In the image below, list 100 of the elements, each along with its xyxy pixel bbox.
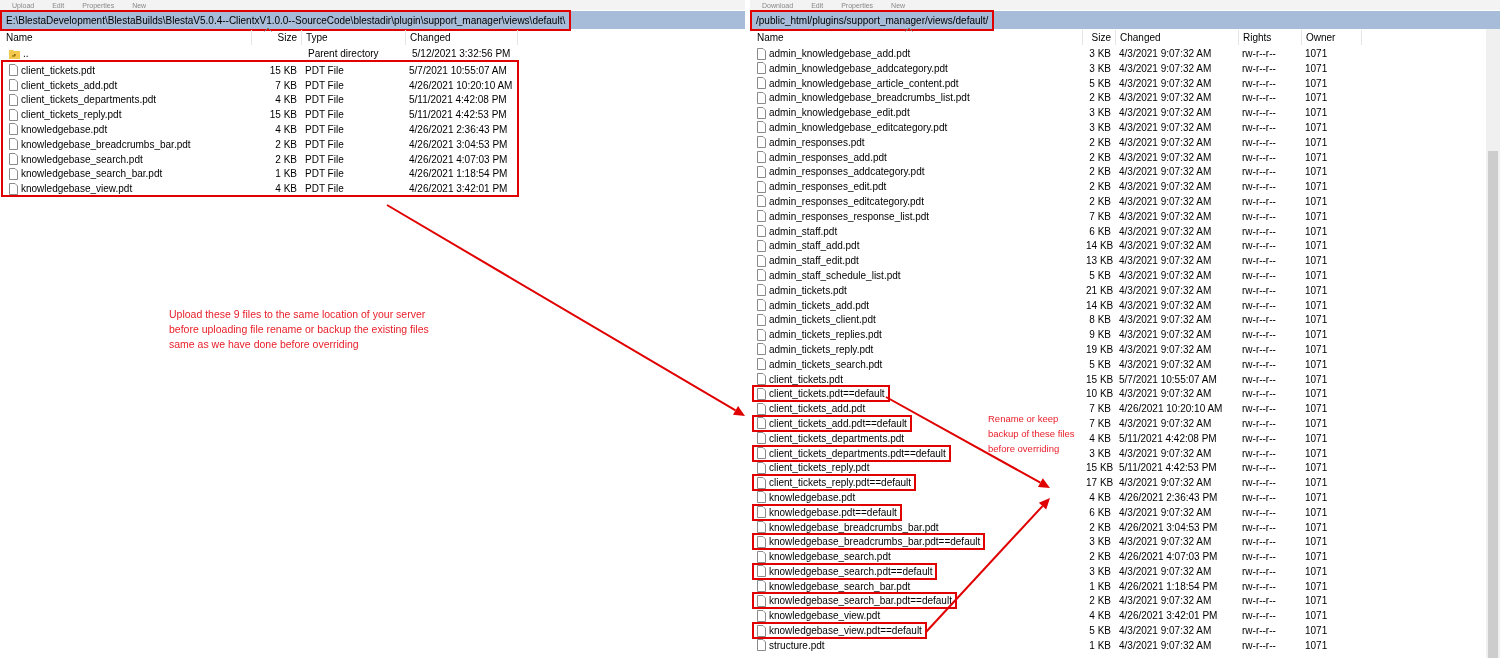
file-name[interactable]: knowledgebase_search_bar.pdt — [769, 580, 911, 592]
scrollbar-thumb[interactable] — [1488, 151, 1498, 658]
file-name[interactable]: knowledgebase.pdt — [769, 491, 856, 503]
file-name[interactable]: client_tickets.pdt — [769, 373, 843, 385]
file-name[interactable]: admin_tickets_add.pdt — [769, 299, 870, 311]
file-name[interactable]: client_tickets_add.pdt — [769, 403, 866, 415]
file-size: 3 KB — [1088, 447, 1112, 459]
file-name[interactable]: client_tickets_reply.pdt==default — [769, 477, 912, 489]
file-name[interactable]: knowledgebase_view.pdt==default — [769, 625, 922, 637]
file-name[interactable]: knowledgebase_search.pdt==default — [769, 565, 933, 577]
file-date: 4/3/2021 9:07:32 AM — [1118, 506, 1213, 518]
file-name[interactable]: client_tickets.pdt==default — [769, 388, 885, 400]
file-size: 3 KB — [1088, 536, 1112, 548]
column-header[interactable]: Name — [2, 29, 252, 45]
path-bar[interactable]: E:\BlestaDevelopment\BlestaBuilds\BlestaV5.0.4--ClientxV1.0.0--SourceCode\blestadir\plugin\support_manager\views\default\ — [0, 9, 572, 31]
file-name[interactable]: admin_responses.pdt — [769, 136, 865, 148]
file-icon — [757, 210, 766, 223]
file-name[interactable]: admin_knowledgebase_edit.pdt — [769, 107, 910, 119]
file-date: 4/3/2021 9:07:32 AM — [1118, 77, 1213, 89]
file-name[interactable]: admin_knowledgebase_add.pdt — [769, 48, 911, 59]
file-name[interactable]: knowledgebase_search.pdt — [21, 153, 143, 165]
file-name[interactable]: client_tickets_add.pdt — [21, 79, 118, 91]
file-date: 5/11/2021 4:42:08 PM — [1118, 432, 1218, 444]
file-size: 10 KB — [1085, 388, 1115, 400]
file-icon — [757, 62, 766, 75]
file-name[interactable]: structure.pdt — [769, 639, 825, 651]
file-owner: 1071 — [1304, 388, 1329, 400]
file-name[interactable]: admin_tickets_client.pdt — [769, 314, 876, 326]
file-name[interactable]: client_tickets_reply.pdt — [769, 462, 870, 474]
file-permissions: rw-r--r-- — [1241, 388, 1277, 400]
file-name[interactable]: admin_responses_editcategory.pdt — [769, 195, 924, 207]
file-name[interactable]: admin_responses_add.pdt — [769, 151, 887, 163]
file-name[interactable]: knowledgebase_search_bar.pdt==default — [769, 595, 952, 607]
column-header[interactable]: Name — [753, 29, 1083, 45]
file-icon — [757, 550, 766, 563]
file-size: 3 KB — [1088, 62, 1112, 74]
file-name[interactable]: knowledgebase.pdt — [21, 124, 108, 135]
file-name[interactable]: admin_knowledgebase_editcategory.pdt — [769, 122, 948, 133]
file-name[interactable]: admin_staff.pdt — [769, 225, 838, 237]
column-header[interactable]: Owner — [1302, 29, 1362, 45]
file-name[interactable]: client_tickets_departments.pdt==default — [769, 447, 946, 459]
column-header[interactable]: Type — [302, 29, 406, 45]
file-name[interactable]: knowledgebase_search_bar.pdt — [21, 168, 163, 180]
file-name[interactable]: admin_tickets.pdt — [769, 284, 847, 296]
file-name[interactable]: knowledgebase_breadcrumbs_bar.pdt — [21, 138, 191, 150]
file-name[interactable]: knowledgebase_breadcrumbs_bar.pdt==default — [769, 536, 981, 548]
file-size: 5 KB — [1088, 77, 1112, 89]
file-name[interactable]: knowledgebase_view.pdt — [769, 610, 881, 622]
file-name[interactable]: knowledgebase_search.pdt — [769, 551, 891, 563]
scrollbar[interactable] — [1486, 29, 1500, 658]
file-icon — [757, 313, 766, 326]
file-name[interactable]: admin_tickets_reply.pdt — [769, 343, 874, 355]
path-bar[interactable]: /public_html/plugins/support_manager/views/default/ — [750, 9, 995, 31]
file-name[interactable]: admin_tickets_replies.pdt — [769, 329, 882, 341]
file-size: 15 KB — [268, 64, 298, 76]
file-name[interactable]: client_tickets_add.pdt==default — [769, 417, 907, 429]
file-owner: 1071 — [1304, 491, 1329, 503]
file-name[interactable]: .. — [23, 48, 29, 59]
file-icon — [757, 387, 766, 400]
file-name[interactable]: admin_knowledgebase_addcategory.pdt — [769, 62, 948, 74]
file-date: 4/26/2021 2:36:43 PM — [408, 124, 509, 135]
file-owner: 1071 — [1304, 166, 1329, 178]
file-permissions: rw-r--r-- — [1241, 48, 1277, 59]
file-permissions: rw-r--r-- — [1241, 477, 1277, 489]
column-header[interactable]: Changed — [1116, 29, 1239, 45]
file-date: 4/3/2021 9:07:32 AM — [1118, 329, 1213, 341]
file-size: 2 KB — [1088, 551, 1112, 563]
file-name[interactable]: client_tickets.pdt — [21, 64, 95, 76]
file-name[interactable]: admin_staff_edit.pdt — [769, 255, 859, 267]
file-permissions: rw-r--r-- — [1241, 225, 1277, 237]
file-name[interactable]: knowledgebase_breadcrumbs_bar.pdt — [769, 521, 939, 533]
file-type: PDT File — [304, 183, 345, 195]
file-date: 4/3/2021 9:07:32 AM — [1118, 536, 1213, 548]
file-date: 4/3/2021 9:07:32 AM — [1118, 225, 1213, 237]
file-name[interactable]: admin_staff_schedule_list.pdt — [769, 269, 901, 281]
file-name[interactable]: admin_tickets_search.pdt — [769, 358, 883, 370]
file-name[interactable]: knowledgebase.pdt==default — [769, 506, 897, 518]
column-header[interactable]: Changed — [406, 29, 518, 45]
file-name[interactable]: admin_responses_response_list.pdt — [769, 210, 930, 222]
file-name[interactable]: client_tickets_departments.pdt — [769, 432, 905, 444]
file-name[interactable]: client_tickets_departments.pdt — [21, 94, 157, 106]
file-size: 15 KB — [1085, 373, 1115, 385]
file-permissions: rw-r--r-- — [1241, 77, 1277, 89]
file-size: 6 KB — [1088, 225, 1112, 237]
file-name[interactable]: admin_knowledgebase_article_content.pdt — [769, 77, 959, 89]
file-name[interactable]: admin_responses_edit.pdt — [769, 181, 887, 193]
file-icon — [757, 91, 766, 104]
file-name[interactable]: client_tickets_reply.pdt — [21, 109, 122, 121]
file-permissions: rw-r--r-- — [1241, 240, 1277, 252]
column-header[interactable]: Rights — [1239, 29, 1302, 45]
column-header[interactable]: Size — [1083, 29, 1116, 45]
file-name[interactable]: admin_knowledgebase_breadcrumbs_list.pdt — [769, 92, 970, 104]
column-header[interactable]: Size — [252, 29, 302, 45]
file-icon — [757, 624, 766, 637]
file-date: 4/3/2021 9:07:32 AM — [1118, 240, 1213, 252]
file-owner: 1071 — [1304, 151, 1329, 163]
file-name[interactable]: knowledgebase_view.pdt — [21, 183, 133, 195]
file-name[interactable]: admin_staff_add.pdt — [769, 240, 860, 252]
file-owner: 1071 — [1304, 625, 1329, 637]
file-name[interactable]: admin_responses_addcategory.pdt — [769, 166, 925, 178]
